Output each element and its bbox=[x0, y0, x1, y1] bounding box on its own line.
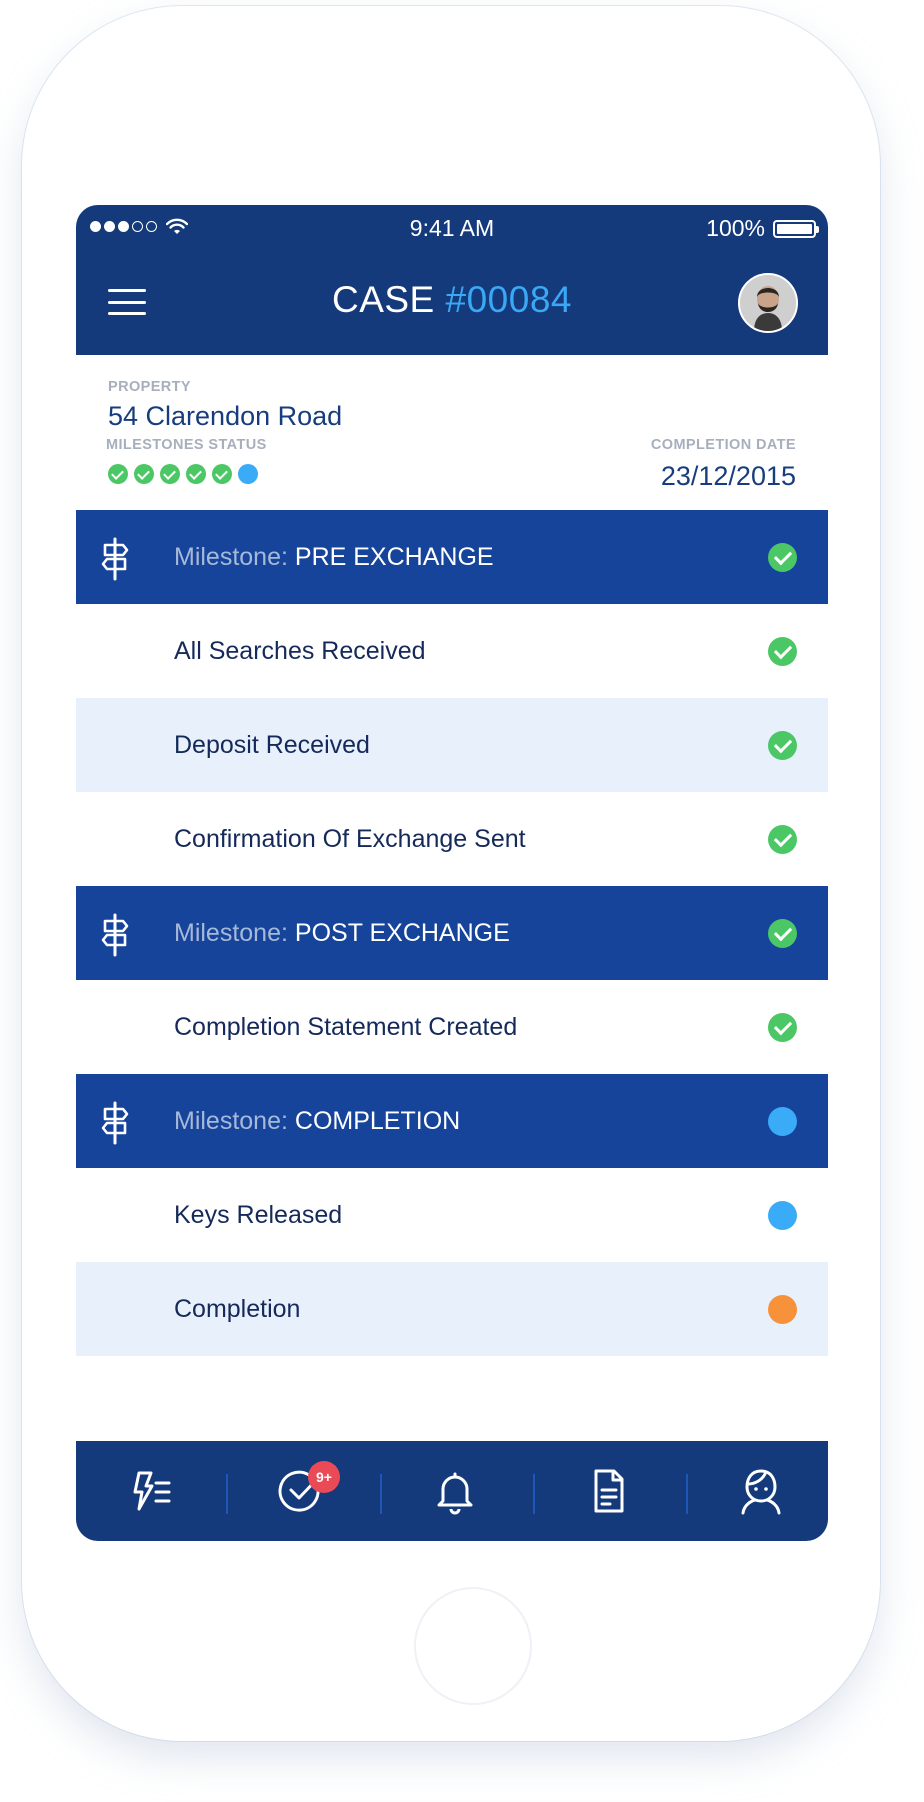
check-circle-icon bbox=[768, 731, 797, 760]
user-icon bbox=[741, 1469, 781, 1515]
document-icon bbox=[594, 1469, 624, 1513]
milestone-done-dot bbox=[186, 464, 206, 484]
task-label: Keys Released bbox=[174, 1201, 343, 1229]
property-label: PROPERTY bbox=[108, 379, 191, 395]
milestone-prefix: Milestone: bbox=[174, 919, 288, 947]
tab-activity[interactable] bbox=[76, 1441, 226, 1541]
page-title: CASE #00084 bbox=[76, 279, 828, 321]
milestones-status-label: MILESTONES STATUS bbox=[106, 437, 267, 453]
tab-profile[interactable] bbox=[686, 1441, 828, 1541]
avatar[interactable] bbox=[738, 273, 798, 333]
title-prefix: CASE bbox=[331, 279, 435, 320]
milestone-list: Milestone: PRE EXCHANGE All Searches Rece… bbox=[76, 510, 828, 1356]
task-label: Completion bbox=[174, 1295, 301, 1323]
case-summary: PROPERTY 54 Clarendon Road MILESTONES ST… bbox=[76, 355, 828, 510]
milestone-done-dot bbox=[160, 464, 180, 484]
milestone-title: Milestone: POST EXCHANGE bbox=[174, 886, 510, 980]
property-address: 54 Clarendon Road bbox=[108, 401, 343, 431]
signpost-icon bbox=[101, 537, 129, 581]
tab-documents[interactable] bbox=[533, 1441, 683, 1541]
milestone-name: COMPLETION bbox=[294, 1107, 461, 1135]
milestone-prefix: Milestone: bbox=[174, 543, 288, 571]
milestone-prefix: Milestone: bbox=[174, 1107, 288, 1135]
task-row[interactable]: Deposit Received bbox=[76, 698, 828, 792]
task-label: All Searches Received bbox=[174, 637, 426, 665]
check-circle-icon bbox=[768, 637, 797, 666]
milestone-header[interactable]: Milestone: COMPLETION bbox=[76, 1074, 828, 1168]
task-label: Completion Statement Created bbox=[174, 1013, 518, 1041]
tab-tasks[interactable]: 9+ bbox=[226, 1441, 376, 1541]
task-row[interactable]: Completion Statement Created bbox=[76, 980, 828, 1074]
check-circle-icon bbox=[768, 825, 797, 854]
pending-dot-icon bbox=[768, 1107, 797, 1136]
milestone-header[interactable]: Milestone: PRE EXCHANGE bbox=[76, 510, 828, 604]
battery-percent: 100% bbox=[706, 215, 765, 241]
milestone-name: POST EXCHANGE bbox=[294, 919, 510, 947]
milestone-header[interactable]: Milestone: POST EXCHANGE bbox=[76, 886, 828, 980]
pending-dot-icon bbox=[768, 1201, 797, 1230]
home-button[interactable] bbox=[414, 1587, 532, 1705]
user-photo-icon bbox=[740, 275, 796, 331]
bell-icon bbox=[437, 1472, 473, 1515]
case-number: #00084 bbox=[445, 279, 572, 320]
check-circle-icon bbox=[768, 1013, 797, 1042]
milestone-name: PRE EXCHANGE bbox=[294, 543, 494, 571]
task-row[interactable]: Confirmation Of Exchange Sent bbox=[76, 792, 828, 886]
tasks-badge: 9+ bbox=[308, 1461, 340, 1493]
completion-date: 23/12/2015 bbox=[660, 461, 796, 491]
task-row[interactable]: Keys Released bbox=[76, 1168, 828, 1262]
signpost-icon bbox=[101, 913, 129, 957]
overdue-dot-icon bbox=[768, 1295, 797, 1324]
signpost-icon bbox=[101, 1101, 129, 1145]
task-row[interactable]: Completion bbox=[76, 1262, 828, 1356]
activity-list-icon bbox=[133, 1471, 171, 1511]
milestones-status-indicator bbox=[108, 464, 258, 484]
battery-indicator: 100% bbox=[706, 215, 819, 242]
completion-date-label: COMPLETION DATE bbox=[650, 437, 796, 453]
milestone-title: Milestone: PRE EXCHANGE bbox=[174, 510, 494, 604]
app-screen: 9:41 AM 100% CASE #00084 PROPERTY 54 Cla… bbox=[76, 205, 828, 1541]
milestone-done-dot bbox=[108, 464, 128, 484]
milestone-title: Milestone: COMPLETION bbox=[174, 1074, 460, 1168]
battery-icon bbox=[773, 219, 819, 238]
tab-notifications[interactable] bbox=[380, 1441, 530, 1541]
nav-bar: CASE #00084 bbox=[76, 251, 828, 355]
milestone-pending-dot bbox=[238, 464, 258, 484]
tab-bar: 9+ bbox=[76, 1441, 828, 1541]
status-bar: 9:41 AM 100% bbox=[76, 205, 828, 251]
check-circle-icon bbox=[768, 543, 797, 572]
check-circle-icon bbox=[768, 919, 797, 948]
milestone-done-dot bbox=[212, 464, 232, 484]
task-label: Confirmation Of Exchange Sent bbox=[174, 825, 526, 853]
milestone-done-dot bbox=[134, 464, 154, 484]
task-row[interactable]: All Searches Received bbox=[76, 604, 828, 698]
task-label: Deposit Received bbox=[174, 731, 370, 759]
